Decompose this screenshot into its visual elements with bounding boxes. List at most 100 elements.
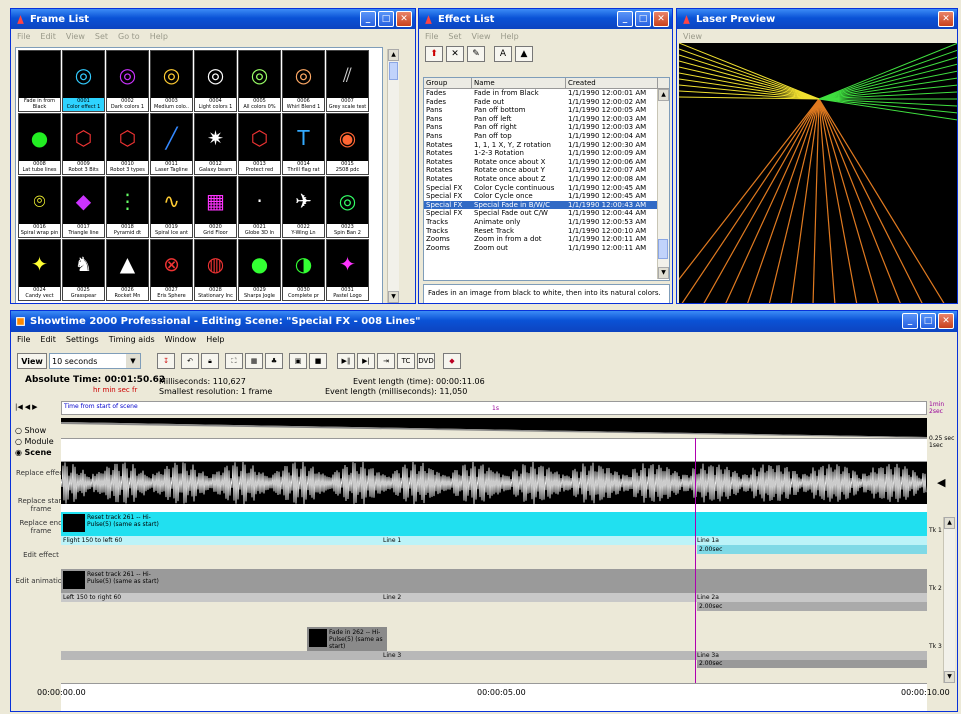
- frame-cell[interactable]: ◎ 0023 Spin Ban 2: [326, 176, 369, 238]
- dvd-icon[interactable]: DVD: [417, 353, 435, 369]
- frame-list-titlebar[interactable]: Frame List _ □ ✕: [11, 9, 415, 29]
- scroll-up-icon[interactable]: ▲: [388, 49, 399, 61]
- table-row[interactable]: Rotates 1-2-3 Rotation 1/1/1990 12:00:09 A…: [424, 149, 669, 158]
- frame-cell[interactable]: ✷ 0012 Galaxy beam: [194, 113, 237, 175]
- menu-view[interactable]: View: [683, 32, 702, 41]
- col-name[interactable]: Name: [472, 78, 566, 88]
- close-icon[interactable]: ✕: [938, 313, 954, 329]
- view-select[interactable]: 10 seconds ▼: [49, 353, 141, 369]
- close-icon[interactable]: ✕: [653, 11, 669, 27]
- frame-cell[interactable]: ⫽ 0007 Grey scale test: [326, 50, 369, 112]
- frame-cell[interactable]: ▦ 0020 Grid Floor: [194, 176, 237, 238]
- col-created[interactable]: Created: [566, 78, 658, 88]
- frame-cell[interactable]: ⌾ 0016 Spiral wrap pin: [18, 176, 61, 238]
- insert-event-icon[interactable]: ↧: [157, 353, 175, 369]
- sort-ascending-icon[interactable]: A: [494, 46, 512, 62]
- maximize-icon[interactable]: □: [920, 313, 936, 329]
- table-row[interactable]: Tracks Animate only 1/1/1990 12:00:53 AM: [424, 218, 669, 227]
- menu-edit[interactable]: Edit: [40, 335, 56, 344]
- timeline-scrollbar[interactable]: ▲ ▼: [943, 517, 955, 683]
- radio-module[interactable]: ○ Module: [15, 436, 54, 447]
- radio-dot-icon[interactable]: ○: [15, 426, 25, 435]
- menu-file[interactable]: File: [425, 32, 438, 41]
- frame-cell[interactable]: ✦ 0031 Pastel Logo: [326, 239, 369, 301]
- radio-scene[interactable]: ◉ Scene: [15, 447, 54, 458]
- col-group[interactable]: Group: [424, 78, 472, 88]
- screen-icon[interactable]: ▣: [289, 353, 307, 369]
- play-full-icon[interactable]: ▶∥: [337, 353, 355, 369]
- step-icon[interactable]: ⇥: [377, 353, 395, 369]
- track-3-block[interactable]: Fade in 262 -- Hi-Pulse(5) (same as star…: [307, 627, 387, 651]
- frame-cell[interactable]: ⊗ 0027 Eris Sphere: [150, 239, 193, 301]
- edit-effect-label[interactable]: Edit effect: [13, 551, 69, 559]
- laser-preview-titlebar[interactable]: Laser Preview ✕: [677, 9, 957, 29]
- table-row[interactable]: Pans Pan off right 1/1/1990 12:00:03 AM: [424, 123, 669, 132]
- maximize-icon[interactable]: □: [635, 11, 651, 27]
- table-row[interactable]: Special FX Color Cycle continuous 1/1/1990…: [424, 184, 669, 193]
- frame-cell[interactable]: ◎ 0003 Medium colo..: [150, 50, 193, 112]
- table-row[interactable]: Fades Fade out 1/1/1990 12:00:02 AM: [424, 98, 669, 107]
- frame-cell[interactable]: ◎ 0002 Dark colors 1: [106, 50, 149, 112]
- frame-cell[interactable]: Fade in from Black: [18, 50, 61, 112]
- menu-help[interactable]: Help: [150, 32, 168, 41]
- effect-list-scrollbar[interactable]: ▲ ▼: [657, 89, 669, 279]
- frame-cell[interactable]: ⬡ 0009 Robot 3 Bits: [62, 113, 105, 175]
- menu-set[interactable]: Set: [95, 32, 108, 41]
- rewind-icon[interactable]: |◀: [15, 403, 23, 411]
- playhead-line[interactable]: [695, 438, 696, 684]
- minimize-icon[interactable]: _: [617, 11, 633, 27]
- close-icon[interactable]: ✕: [396, 11, 412, 27]
- showtime-titlebar[interactable]: Showtime 2000 Professional - Editing Sce…: [11, 311, 957, 332]
- effect-list-titlebar[interactable]: Effect List _ □ ✕: [419, 9, 672, 29]
- frame-cell[interactable]: ▲ 0026 Rocket Mn: [106, 239, 149, 301]
- stop-icon[interactable]: ■: [309, 353, 327, 369]
- undo-icon[interactable]: ↶: [181, 353, 199, 369]
- menu-window[interactable]: Window: [165, 335, 197, 344]
- play-sel-icon[interactable]: ▶|: [357, 353, 375, 369]
- minimize-icon[interactable]: _: [360, 11, 376, 27]
- frame-cell[interactable]: ◎ 0001 Color effect 1: [62, 50, 105, 112]
- table-row[interactable]: Special FX Color Cycle once 1/1/1990 12:00…: [424, 192, 669, 201]
- frame-cell[interactable]: ∿ 0019 Spiral Ice ant: [150, 176, 193, 238]
- scroll-thumb[interactable]: [389, 62, 398, 80]
- add-effect-icon[interactable]: ⬆: [425, 46, 443, 62]
- table-row[interactable]: Zooms Zoom out 1/1/1990 12:00:11 AM: [424, 244, 669, 253]
- frame-list-scrollbar[interactable]: ▲ ▼: [387, 49, 399, 303]
- edit-effect-icon[interactable]: ✎: [467, 46, 485, 62]
- menu-file[interactable]: File: [17, 32, 30, 41]
- menu-file[interactable]: File: [17, 335, 30, 344]
- lock-icon[interactable]: 🔒︎: [201, 353, 219, 369]
- frame-cell[interactable]: ✈ 0022 Y-Wing Ln: [282, 176, 325, 238]
- sort-descending-icon[interactable]: ▲: [515, 46, 533, 62]
- frame-cell[interactable]: ◉ 0015 2508 pdc: [326, 113, 369, 175]
- table-row[interactable]: Rotates 1, 1, 1 X, Y, Z rotation 1/1/1990 …: [424, 141, 669, 150]
- menu-timing-aids[interactable]: Timing aids: [109, 335, 155, 344]
- menu-help[interactable]: Help: [206, 335, 224, 344]
- tree-icon[interactable]: ♣: [265, 353, 283, 369]
- menu-view[interactable]: View: [472, 32, 491, 41]
- table-row[interactable]: Rotates Rotate once about Y 1/1/1990 12:00…: [424, 166, 669, 175]
- frame-cell[interactable]: ◑ 0030 Complete pr: [282, 239, 325, 301]
- scroll-thumb[interactable]: [658, 239, 668, 259]
- table-row[interactable]: Fades Fade in from Black 1/1/1990 12:00:01…: [424, 89, 669, 98]
- track-2-bar[interactable]: Reset track 261 -- Hi-Pulse(5) (same as …: [61, 569, 927, 593]
- scroll-down-icon[interactable]: ▼: [944, 671, 955, 683]
- menu-view[interactable]: View: [66, 32, 85, 41]
- frame-cell[interactable]: ● 0029 Sharps Jogle: [238, 239, 281, 301]
- menu-edit[interactable]: Edit: [40, 32, 56, 41]
- frame-cell[interactable]: ╱ 0011 Laser Tagline: [150, 113, 193, 175]
- radio-dot-icon[interactable]: ○: [15, 437, 25, 446]
- menu-set[interactable]: Set: [448, 32, 461, 41]
- frame-cell[interactable]: ◎ 0005 All colors 0%: [238, 50, 281, 112]
- frame-cell[interactable]: · 0021 Globe 3D ln: [238, 176, 281, 238]
- scroll-down-icon[interactable]: ▼: [388, 291, 399, 303]
- frame-cell[interactable]: ◍ 0028 Stationary Inc: [194, 239, 237, 301]
- frame-cell[interactable]: ✦ 0024 Candy vect: [18, 239, 61, 301]
- grid-icon[interactable]: ▦: [245, 353, 263, 369]
- scroll-up-icon[interactable]: ▲: [658, 89, 669, 101]
- speaker-icon[interactable]: ◀: [937, 476, 945, 489]
- table-row[interactable]: Tracks Reset Track 1/1/1990 12:00:10 AM: [424, 227, 669, 236]
- frame-cell[interactable]: ♞ 0025 Grasspear: [62, 239, 105, 301]
- minimize-icon[interactable]: _: [902, 313, 918, 329]
- table-row[interactable]: Pans Pan off bottom 1/1/1990 12:00:05 AM: [424, 106, 669, 115]
